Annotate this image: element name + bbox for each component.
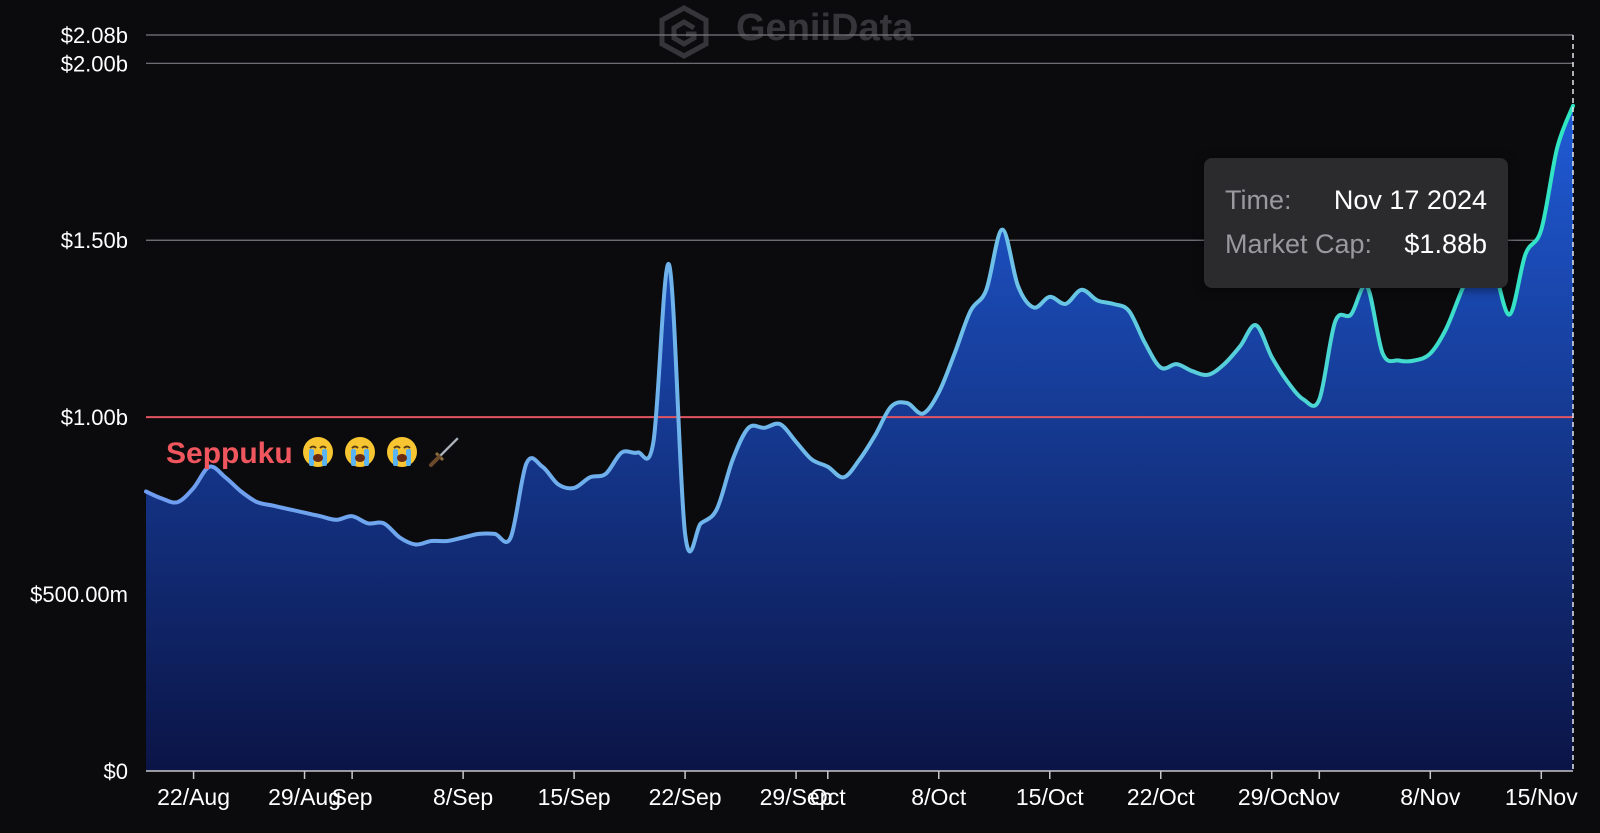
annotation-text: Seppuku [166, 437, 293, 470]
loudly-crying-face-icon [301, 435, 335, 469]
watermark-text: GeniiData [736, 7, 914, 49]
tooltip-time-row: Time: Nov 17 2024 [1225, 182, 1487, 218]
y-tick-label: $1.00b [61, 405, 128, 430]
tooltip-time-label: Time: [1225, 185, 1292, 215]
x-tick-label: 8/Nov [1400, 784, 1461, 810]
hover-tooltip: Time: Nov 17 2024 Market Cap: $1.88b [1204, 158, 1508, 288]
x-axis: 22/Aug 29/AugSep 8/Sep 15/Sep 22/Sep 29/SepOc… [146, 770, 1578, 810]
x-tick-label: 8/Oct [911, 784, 967, 810]
tooltip-time-value: Nov 17 2024 [1333, 185, 1487, 215]
x-tick-label: 8/Sep [433, 784, 493, 810]
market-cap-chart: GeniiData $0 $500.00m $1.00b $1.50b $2.00b $2… [30, 5, 1578, 810]
geniidata-watermark: GeniiData [659, 5, 914, 59]
dagger-icon [427, 435, 461, 469]
tooltip-cap-value: $1.88b [1404, 229, 1487, 259]
x-tick-label: 22/Sep [649, 784, 722, 810]
x-tick-label: 29/Aug [268, 784, 341, 810]
y-tick-label: $0 [104, 759, 128, 784]
y-tick-label: $2.00b [61, 51, 128, 76]
geniidata-logo-icon [659, 5, 709, 59]
x-tick-label: Oct [810, 784, 846, 810]
x-tick-label: 29/Oct [1238, 784, 1306, 810]
loudly-crying-face-icon [343, 435, 377, 469]
x-tick-label: 22/Oct [1127, 784, 1195, 810]
seppuku-annotation: Seppuku [166, 433, 461, 475]
tooltip-cap-row: Market Cap: $1.88b [1225, 226, 1487, 262]
x-tick-label: 15/Oct [1016, 784, 1084, 810]
y-tick-label: $1.50b [61, 228, 128, 253]
y-tick-label: $2.08b [61, 23, 128, 48]
tooltip-cap-label: Market Cap: [1225, 229, 1373, 259]
y-tick-label: $500.00m [30, 582, 128, 607]
x-tick-label: 15/Sep [538, 784, 611, 810]
x-tick-label: Nov [1299, 784, 1340, 810]
x-tick-label: Sep [332, 784, 373, 810]
y-axis-labels: $0 $500.00m $1.00b $1.50b $2.00b $2.08b [30, 23, 128, 784]
x-tick-label: 15/Nov [1505, 784, 1578, 810]
x-tick-label: 22/Aug [157, 784, 230, 810]
loudly-crying-face-icon [385, 435, 419, 469]
